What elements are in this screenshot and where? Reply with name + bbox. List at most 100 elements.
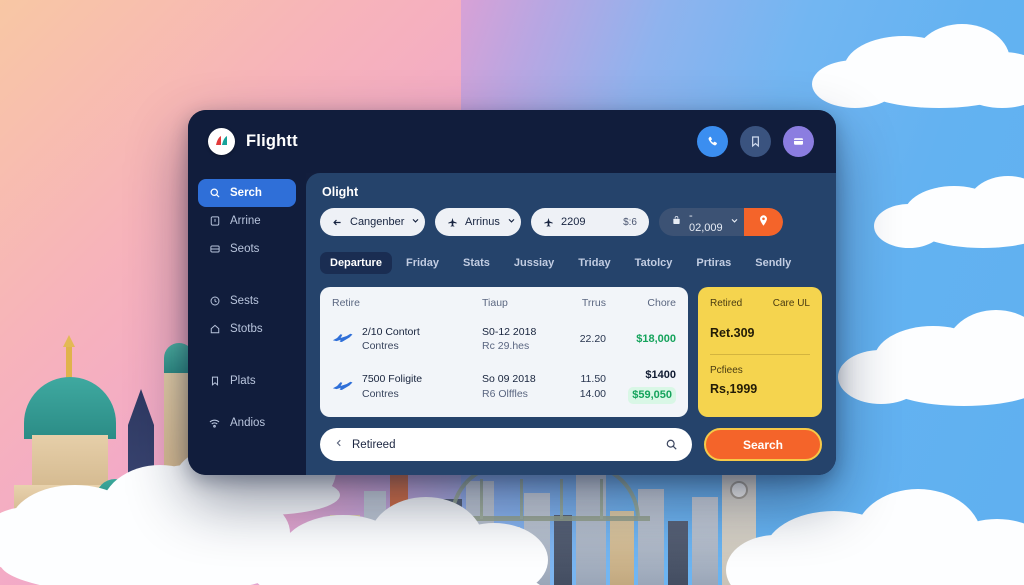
- divider: [710, 354, 810, 355]
- flight-logo-icon: [208, 128, 235, 155]
- column-header-chore: Chore: [647, 297, 676, 309]
- ticket-icon: [208, 215, 221, 228]
- plane-up-icon: [543, 217, 554, 228]
- sidebar-item-label: Seots: [230, 243, 260, 255]
- duration-primary: 11.50: [580, 373, 607, 386]
- sidebar-item-label: Plats: [230, 375, 256, 387]
- chevron-down-icon: [730, 216, 739, 228]
- price-primary: $1400: [645, 368, 676, 381]
- tab-bar: Departure Friday Stats Jussiay Triday Ta…: [320, 252, 822, 274]
- cloud: [874, 170, 1024, 250]
- cloud: [250, 475, 550, 585]
- tab-prtiras[interactable]: Prtiras: [686, 252, 741, 274]
- tab-friday[interactable]: Friday: [396, 252, 449, 274]
- column-header-retire: Retire: [332, 297, 361, 309]
- search-input[interactable]: [352, 438, 657, 451]
- search-bar[interactable]: [320, 428, 692, 461]
- clock-icon: [208, 295, 221, 308]
- price-filter-chip[interactable]: - 02,009: [659, 208, 783, 236]
- table-row[interactable]: 7500 Foligite Contres So 09 2018 R6 Olff…: [332, 361, 676, 412]
- search-icon[interactable]: [665, 438, 678, 451]
- brand: Flightt: [208, 128, 298, 155]
- bookmark-icon: [208, 375, 221, 388]
- search-button[interactable]: Search: [704, 428, 822, 461]
- results-table: Retire Tiaup Trrus Chore 2/10 Contort Co…: [320, 287, 688, 417]
- arrow-left-icon: [332, 217, 343, 228]
- duration-secondary: 14.00: [579, 387, 606, 400]
- chevron-down-icon: [411, 216, 420, 228]
- tab-sendly[interactable]: Sendly: [745, 252, 801, 274]
- bookmark-icon: [749, 135, 762, 148]
- price-filter-label: - 02,009: [689, 210, 723, 234]
- sidebar: Serch Arrine Seots Sests Stotbs Plats An…: [188, 173, 306, 475]
- sidebar-item-sests[interactable]: Sests: [198, 287, 296, 315]
- sidebar-item-andios[interactable]: Andios: [198, 409, 296, 437]
- chevron-left-icon[interactable]: [334, 438, 344, 451]
- cloud: [804, 18, 1024, 108]
- tab-departure[interactable]: Departure: [320, 252, 392, 274]
- search-icon: [208, 187, 221, 200]
- location-pin-icon: [757, 214, 770, 230]
- cloud: [834, 300, 1024, 410]
- table-row[interactable]: 2/10 Contort Contres S0-12 2018 Rc 29.he…: [332, 318, 676, 361]
- bag-icon: [671, 215, 682, 229]
- sidebar-item-plats[interactable]: Plats: [198, 367, 296, 395]
- plane-icon: [332, 380, 354, 394]
- cloud: [724, 465, 1024, 585]
- tab-triday[interactable]: Triday: [568, 252, 620, 274]
- airline-filter-label: Arrinus: [465, 216, 500, 228]
- time-secondary: R6 Olffles: [482, 387, 528, 400]
- brand-name: Flightt: [246, 132, 298, 150]
- table-header: Retire Tiaup Trrus Chore: [332, 296, 676, 318]
- summary-value-main: Ret.309: [710, 326, 755, 340]
- sidebar-item-label: Serch: [230, 187, 262, 199]
- route-primary: 7500 Foligite: [362, 373, 423, 386]
- route-primary: 2/10 Contort: [362, 326, 420, 338]
- sidebar-item-arrine[interactable]: Arrine: [198, 207, 296, 235]
- sidebar-item-label: Andios: [230, 417, 266, 429]
- summary-value-sub: Rs,1999: [710, 382, 758, 396]
- sidebar-item-label: Sests: [230, 295, 259, 307]
- summary-card: Retired Care UL Ret.309 Pcfiees Rs,1999: [698, 287, 822, 417]
- flight-number-filter-chip[interactable]: 2209 $:6: [531, 208, 649, 236]
- tab-jussiay[interactable]: Jussiay: [504, 252, 564, 274]
- filter-bar: Cangenber Arrinus 2209 $:6 - 02,009: [320, 208, 822, 236]
- tab-tatolcy[interactable]: Tatolcy: [625, 252, 683, 274]
- column-header-tiaup: Tiaup: [482, 297, 508, 309]
- duration-primary: 22.20: [579, 333, 606, 346]
- titlebar: Flightt: [188, 110, 836, 173]
- sidebar-item-label: Arrine: [230, 215, 261, 227]
- phone-button[interactable]: [697, 126, 728, 157]
- price-secondary: $59,050: [628, 387, 676, 405]
- sidebar-item-serch[interactable]: Serch: [198, 179, 296, 207]
- location-pin-button[interactable]: [744, 208, 783, 236]
- origin-filter-chip[interactable]: Cangenber: [320, 208, 425, 236]
- section-title: Olight: [322, 185, 359, 199]
- time-primary: So 09 2018: [482, 373, 536, 386]
- flight-number-filter-label: 2209: [561, 216, 586, 228]
- airline-filter-chip[interactable]: Arrinus: [435, 208, 521, 236]
- tab-stats[interactable]: Stats: [453, 252, 500, 274]
- column-header-trrus: Trrus: [581, 297, 606, 309]
- phone-icon: [706, 135, 720, 149]
- summary-label-right: Care UL: [772, 298, 810, 309]
- origin-filter-label: Cangenber: [350, 216, 405, 228]
- sidebar-item-seots[interactable]: Seots: [198, 235, 296, 263]
- sidebar-item-label: Stotbs: [230, 323, 263, 335]
- bookmark-button[interactable]: [740, 126, 771, 157]
- home-icon: [208, 323, 221, 336]
- route-secondary: Contres: [362, 340, 399, 353]
- summary-label-left: Retired: [710, 298, 743, 309]
- time-primary: S0-12 2018: [482, 326, 537, 338]
- main-content: Olight Cangenber Arrinus 2209 $:6 - 02,0…: [306, 173, 836, 475]
- card-icon: [792, 135, 805, 148]
- summary-label-sub: Pcfiees: [710, 365, 743, 376]
- app-window: Flightt Serch Arrine Seots Sests Stotbs …: [188, 110, 836, 475]
- sidebar-item-stotbs[interactable]: Stotbs: [198, 315, 296, 343]
- time-secondary: Rc 29.hes: [482, 340, 530, 353]
- card-button[interactable]: [783, 126, 814, 157]
- flight-number-filter-suffix: $:6: [623, 216, 637, 228]
- route-secondary: Contres: [362, 387, 399, 400]
- search-row: Search: [320, 428, 822, 461]
- wifi-icon: [208, 417, 221, 430]
